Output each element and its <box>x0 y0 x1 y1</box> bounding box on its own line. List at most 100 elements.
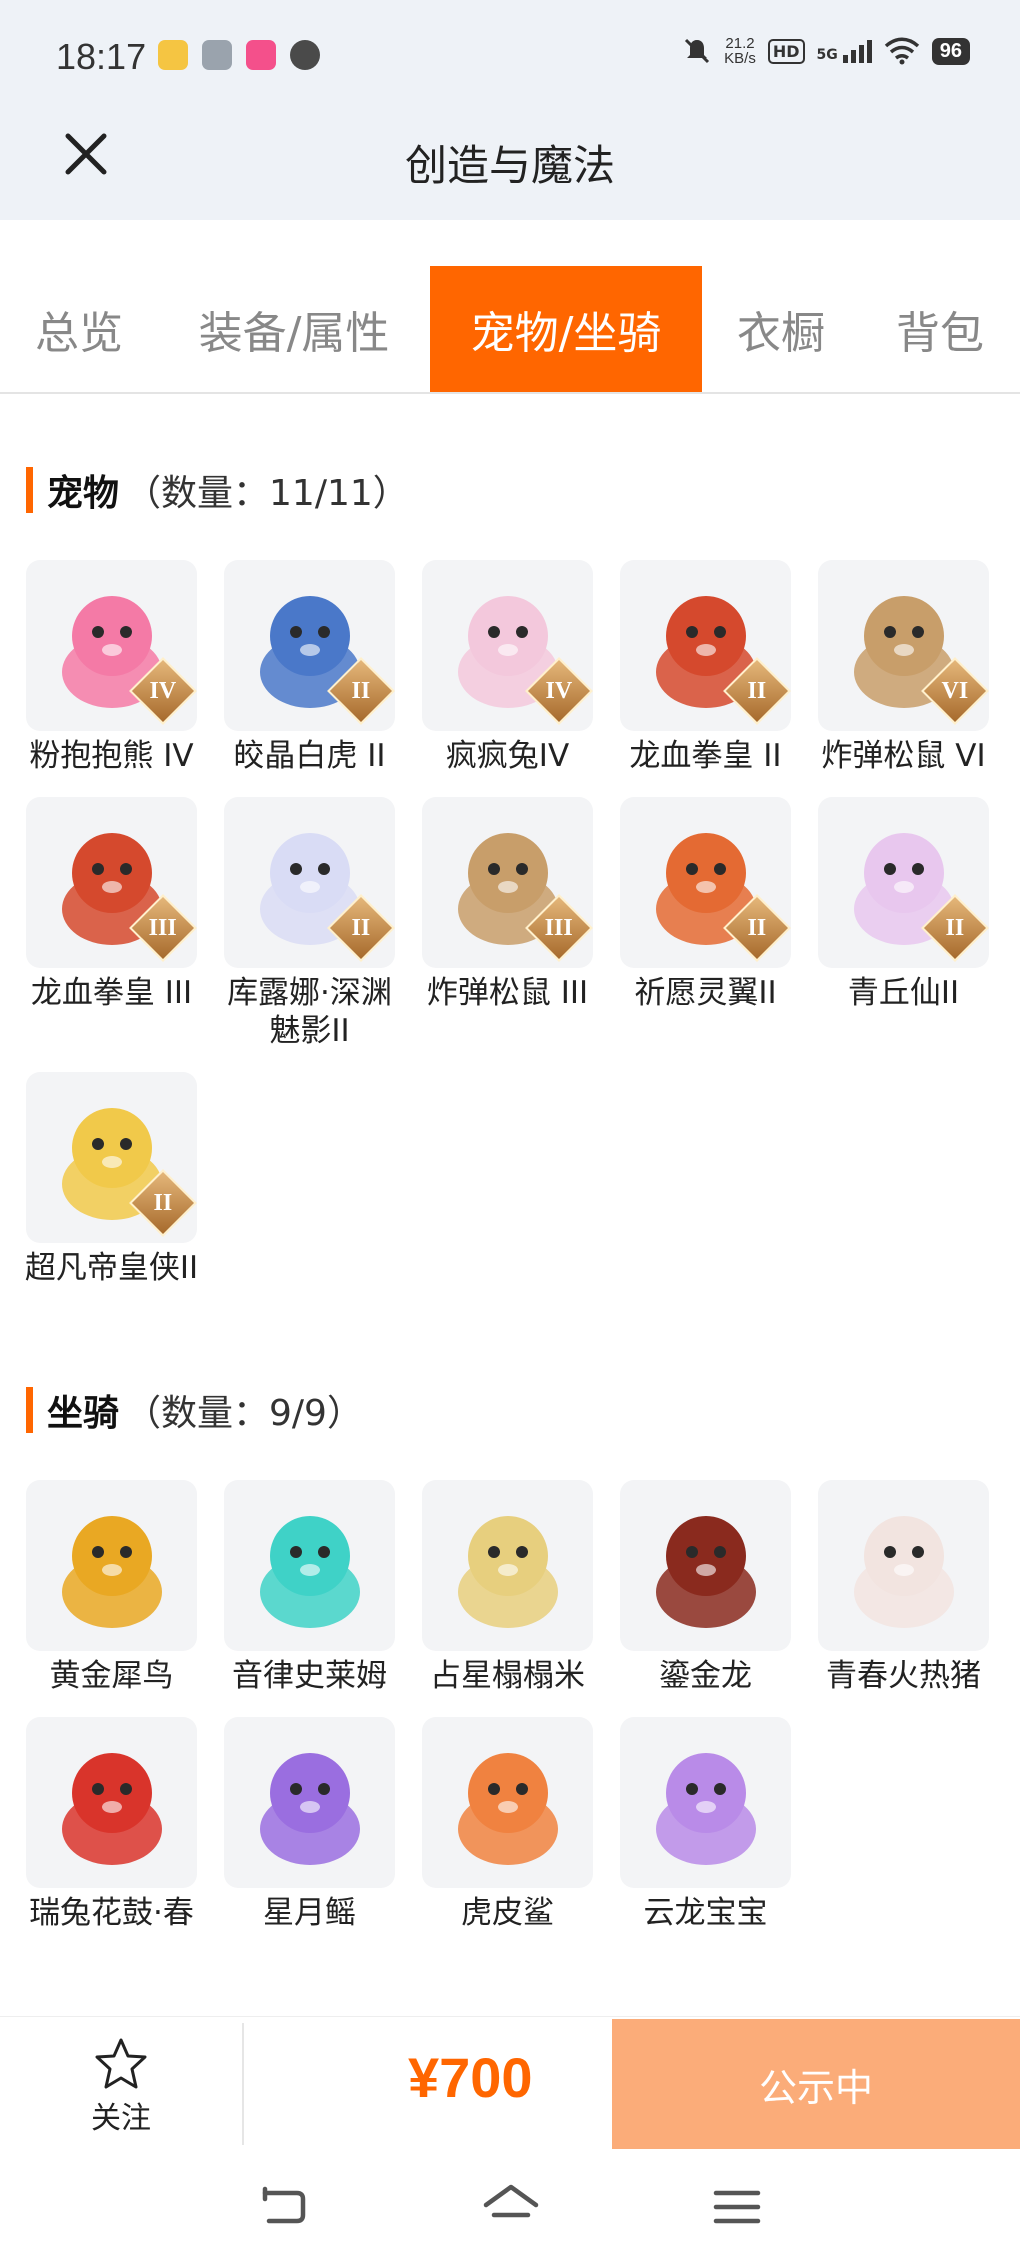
pet-item[interactable]: III 炸弹松鼠 III <box>422 797 593 1050</box>
speed-value: 21.2 <box>725 35 755 52</box>
section-marker <box>26 467 33 513</box>
tab-wardrobe[interactable]: 衣橱 <box>702 266 860 392</box>
pet-item[interactable]: II 龙血拳皇 II <box>620 560 791 775</box>
back-icon <box>262 2186 306 2224</box>
tab-overview[interactable]: 总览 <box>0 266 158 392</box>
network-speed: 21.2 KB/s <box>724 36 756 66</box>
dragon-boxer-icon: III <box>26 797 197 968</box>
pet-name: 粉抱抱熊 IV <box>29 738 194 774</box>
mount-name: 虎皮鲨 <box>461 1895 554 1931</box>
home-button[interactable] <box>476 2172 546 2242</box>
message-icon <box>290 40 320 70</box>
tab-backpack[interactable]: 背包 <box>860 266 1020 392</box>
dragon-boxer-icon: II <box>620 560 791 731</box>
mount-item[interactable]: 占星榻榻米 <box>422 1480 593 1695</box>
follow-label: 关注 <box>91 2101 151 2136</box>
pet-name: 炸弹松鼠 III <box>426 975 589 1011</box>
pet-item[interactable]: II 皎晶白虎 II <box>224 560 395 775</box>
mount-item[interactable]: 音律史莱姆 <box>224 1480 395 1695</box>
status-bar: 18:17 21.2 KB/s HD 5G 96 <box>0 0 1020 112</box>
status-indicators: 21.2 KB/s HD 5G 96 <box>682 36 970 66</box>
mount-item[interactable]: 星月鳐 <box>224 1717 395 1932</box>
pig-icon <box>818 1480 989 1651</box>
mount-item[interactable]: 虎皮鲨 <box>422 1717 593 1932</box>
battery-indicator: 96 <box>931 37 970 65</box>
publicity-button[interactable]: 公示中 <box>612 2019 1020 2149</box>
bottom-action-bar: 关注 ¥700 公示中 <box>0 2016 1020 2150</box>
notification-icons <box>158 40 320 70</box>
mount-item[interactable]: 青春火热猪 <box>818 1480 989 1695</box>
squirrel-icon: III <box>422 797 593 968</box>
gilded-dragon-icon <box>620 1480 791 1651</box>
cloud-dragon-icon <box>620 1717 791 1888</box>
title-bar: 创造与魔法 <box>0 112 1020 220</box>
divider <box>242 2023 244 2145</box>
mount-name: 云龙宝宝 <box>643 1895 768 1931</box>
mount-item[interactable]: 黄金犀鸟 <box>26 1480 197 1695</box>
pet-name: 龙血拳皇 II <box>629 738 782 774</box>
price: ¥700 <box>408 2046 533 2109</box>
pet-item[interactable]: II 祈愿灵翼II <box>620 797 791 1050</box>
drum-icon <box>26 1717 197 1888</box>
wechat-icon <box>202 40 232 70</box>
mount-name: 星月鳐 <box>263 1895 356 1931</box>
pink-bear-icon: IV <box>26 560 197 731</box>
section-marker <box>26 1387 33 1433</box>
pet-name: 祈愿灵翼II <box>634 975 777 1011</box>
tab-bar: 总览 装备/属性 宠物/坐骑 衣橱 背包 <box>0 266 1020 394</box>
system-nav-bar <box>0 2150 1020 2267</box>
pet-name: 库露娜·深渊魅影II <box>227 975 392 1049</box>
pets-mounts-content: 宠物 （数量：11/11） IV 粉抱抱熊 IV II 皎晶白虎 II IV 疯疯兔IV I… <box>0 396 1020 1990</box>
fox-fairy-icon: II <box>818 797 989 968</box>
follow-button[interactable]: 关注 <box>62 2037 180 2137</box>
hd-badge: HD <box>767 38 805 64</box>
pet-item[interactable]: III 龙血拳皇 III <box>26 797 197 1050</box>
app-icon <box>246 40 276 70</box>
mount-item[interactable]: 鎏金龙 <box>620 1480 791 1695</box>
network-type: 5G <box>816 46 838 63</box>
signal-icon: 5G <box>816 39 872 63</box>
pet-item[interactable]: II 超凡帝皇侠II <box>25 1072 198 1287</box>
pet-item[interactable]: II 青丘仙II <box>818 797 989 1050</box>
ray-icon <box>224 1717 395 1888</box>
pet-name: 疯疯兔IV <box>445 738 570 774</box>
pet-item[interactable]: II 库露娜·深渊魅影II <box>224 797 395 1050</box>
recents-button[interactable] <box>702 2172 772 2242</box>
white-tiger-icon: II <box>224 560 395 731</box>
mount-name: 青春火热猪 <box>826 1658 981 1694</box>
pet-name: 皎晶白虎 II <box>233 738 386 774</box>
mount-item[interactable]: 云龙宝宝 <box>620 1717 791 1932</box>
astro-tatami-icon <box>422 1480 593 1651</box>
pet-item[interactable]: VI 炸弹松鼠 VI <box>818 560 989 775</box>
home-icon <box>483 2184 539 2218</box>
pets-count: （数量：11/11） <box>125 473 409 514</box>
tab-equipment[interactable]: 装备/属性 <box>158 266 430 392</box>
emperor-knight-icon: II <box>26 1072 197 1243</box>
pets-title: 宠物 <box>47 473 120 514</box>
back-button[interactable] <box>248 2172 318 2242</box>
mounts-section-title: 坐骑 （数量：9/9） <box>26 1386 363 1434</box>
pets-section-title: 宠物 （数量：11/11） <box>26 466 409 514</box>
pet-item[interactable]: IV 疯疯兔IV <box>422 560 593 775</box>
pets-grid: IV 粉抱抱熊 IV II 皎晶白虎 II IV 疯疯兔IV II 龙血拳皇 II VI 炸弹松鼠… <box>25 560 1001 1309</box>
page-title: 创造与魔法 <box>404 141 615 190</box>
pet-name: 青丘仙II <box>847 975 960 1011</box>
weibo-icon <box>158 40 188 70</box>
mount-item[interactable]: 瑞兔花鼓·春 <box>26 1717 197 1932</box>
tab-pets-mounts[interactable]: 宠物/坐骑 <box>430 266 702 392</box>
mount-name: 黄金犀鸟 <box>49 1658 174 1694</box>
hornbill-icon <box>26 1480 197 1651</box>
pet-name: 超凡帝皇侠II <box>24 1250 199 1286</box>
rabbit-icon: IV <box>422 560 593 731</box>
status-time: 18:17 <box>56 36 147 77</box>
mount-name: 瑞兔花鼓·春 <box>29 1895 194 1931</box>
pet-name: 龙血拳皇 III <box>30 975 193 1011</box>
pet-item[interactable]: IV 粉抱抱熊 IV <box>26 560 197 775</box>
slime-icon <box>224 1480 395 1651</box>
star-icon <box>95 2038 147 2089</box>
mount-name: 占星榻榻米 <box>430 1658 585 1694</box>
wifi-icon <box>884 37 919 65</box>
mounts-title: 坐骑 <box>47 1393 120 1434</box>
mount-name: 音律史莱姆 <box>232 1658 387 1694</box>
mount-name: 鎏金龙 <box>659 1658 752 1694</box>
